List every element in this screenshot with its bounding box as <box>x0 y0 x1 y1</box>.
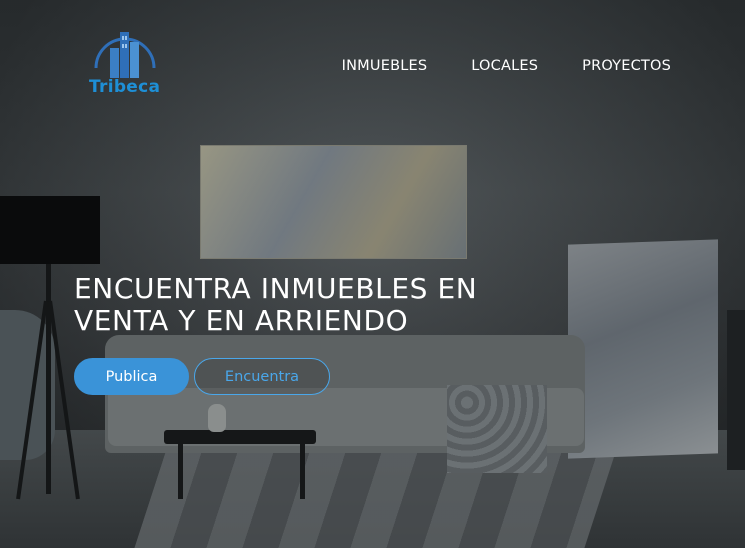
hero-headline-line2: VENTA Y EN ARRIENDO <box>74 304 409 337</box>
floor-lamp-shade-graphic <box>0 196 100 264</box>
floor-lamp-pole-graphic <box>46 264 51 494</box>
coffee-table-graphic <box>164 430 316 444</box>
table-leg-graphic <box>300 444 305 499</box>
hero-headline: ENCUENTRA INMUEBLES EN VENTA Y EN ARRIEN… <box>74 273 594 337</box>
nav-item-inmuebles[interactable]: INMUEBLES <box>342 58 428 74</box>
throw-blanket-graphic <box>447 385 547 473</box>
table-leg-graphic <box>178 444 183 499</box>
nav-item-locales[interactable]: LOCALES <box>471 58 538 74</box>
hero-headline-line1: ENCUENTRA INMUEBLES EN <box>74 272 478 305</box>
hero-section: Tribeca INMUEBLES LOCALES PROYECTOS ENCU… <box>0 0 745 548</box>
vase-graphic <box>208 404 226 432</box>
door-graphic <box>727 310 745 470</box>
brand-name[interactable]: Tribeca <box>89 77 160 97</box>
encuentra-button[interactable]: Encuentra <box>194 358 330 395</box>
main-nav: INMUEBLES LOCALES PROYECTOS <box>342 58 671 74</box>
publica-button[interactable]: Publica <box>74 358 189 395</box>
nav-item-proyectos[interactable]: PROYECTOS <box>582 58 671 74</box>
wall-painting-graphic <box>200 145 467 259</box>
